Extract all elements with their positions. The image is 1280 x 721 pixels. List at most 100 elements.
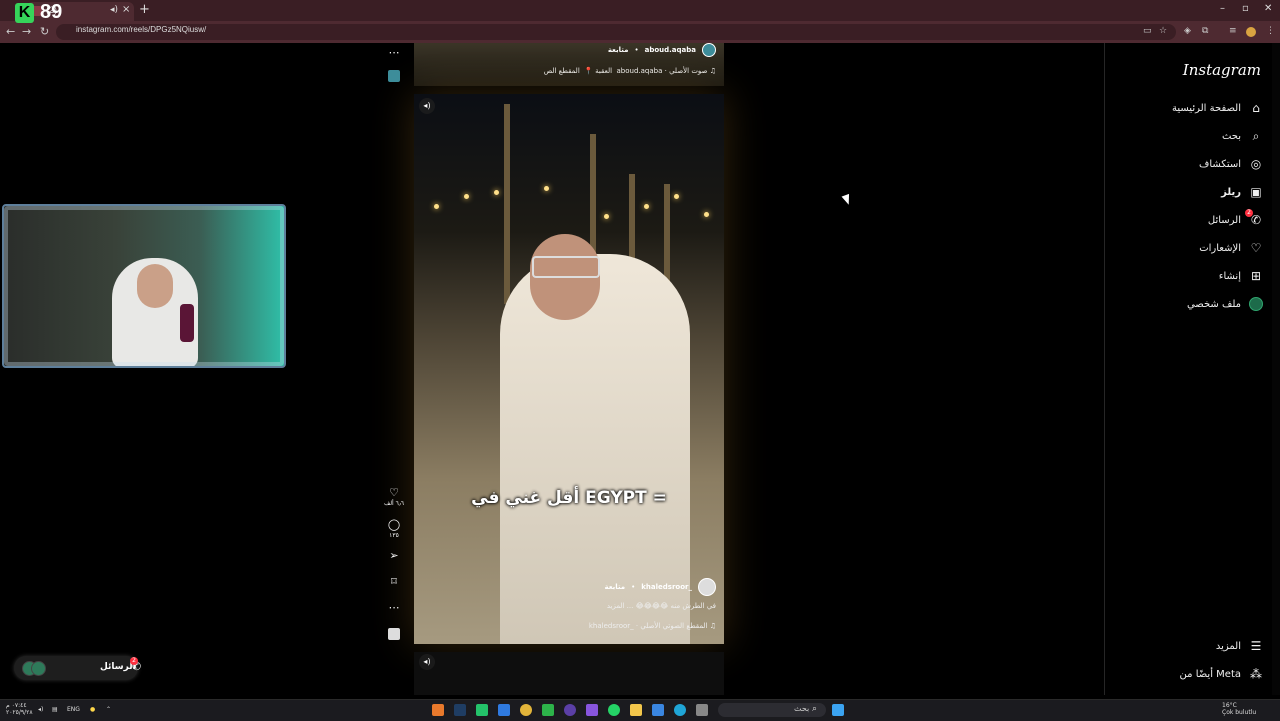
string-light <box>434 204 439 209</box>
more-options-icon[interactable]: ⋯ <box>380 46 408 59</box>
minimize-button[interactable]: – <box>1220 3 1225 14</box>
app-icon[interactable] <box>476 704 488 716</box>
mute-icon[interactable]: ◂) <box>419 98 435 114</box>
follow-button[interactable]: متابعة <box>608 46 629 54</box>
reel-username[interactable]: khaledsroor_ <box>641 583 692 591</box>
previous-reel[interactable]: متابعة • aboud.aqaba العقبة 📍 المقطع الص… <box>414 43 724 86</box>
taskbar-clock[interactable]: ٠٧:٤٤ م ٢٠٢٥/٩/٢٨ <box>6 702 33 716</box>
speaker-icon[interactable]: ◂) <box>38 706 43 713</box>
sidebar-item-label: الإشعارات <box>1199 242 1241 254</box>
maximize-button[interactable]: ▫ <box>1242 3 1249 14</box>
sidebar-item-meta[interactable]: أيضًا من Meta ⁂ <box>1180 664 1263 684</box>
speaker-icon[interactable]: ◂) <box>110 5 118 15</box>
webcam-overlay <box>2 204 286 368</box>
app-icon[interactable] <box>586 704 598 716</box>
bookmark-star-icon[interactable]: ☆ <box>1159 26 1167 36</box>
sidebar-item-notifications[interactable]: الإشعارات ♡ <box>1199 238 1263 258</box>
steam-icon[interactable] <box>454 704 466 716</box>
reload-icon[interactable]: ↻ <box>40 25 49 38</box>
save-button[interactable]: ⌑ <box>380 575 408 588</box>
sidebar-item-more[interactable]: المزيد ☰ <box>1216 636 1263 656</box>
app-icon[interactable] <box>652 704 664 716</box>
comment-count: ١٣٥ <box>389 532 399 539</box>
reel-video[interactable]: ◂) أقل غني في EGYPT = متابعة • khaledsro… <box>414 94 724 644</box>
audio-thumbnail[interactable] <box>388 70 400 82</box>
extensions-icon[interactable]: ⧉ <box>1202 26 1208 36</box>
app-icon[interactable] <box>564 704 576 716</box>
network-icon[interactable]: ▤ <box>52 706 58 713</box>
language-indicator[interactable]: ENG <box>67 706 80 713</box>
windows-start-icon[interactable] <box>832 704 844 716</box>
heart-icon[interactable]: ♡ <box>380 486 408 499</box>
reel-top-audio-row: العقبة 📍 المقطع الص aboud.aqaba · صوت ال… <box>543 67 716 75</box>
next-reel[interactable]: ◂) <box>414 652 724 695</box>
back-icon[interactable]: ← <box>6 25 15 38</box>
reel-username[interactable]: aboud.aqaba <box>645 46 696 54</box>
audio-text[interactable]: aboud.aqaba · صوت الأصلي <box>617 67 708 75</box>
sidebar-item-explore[interactable]: استكشاف ◎ <box>1199 154 1263 174</box>
sidebar-item-home[interactable]: الصفحة الرئيسية ⌂ <box>1172 98 1263 118</box>
chrome-icon[interactable] <box>520 704 532 716</box>
sidebar-item-profile[interactable]: ملف شخصي <box>1187 294 1263 314</box>
sidebar-item-label: المزيد <box>1215 640 1241 652</box>
location-text[interactable]: العقبة <box>595 67 612 75</box>
like-button[interactable]: ♡ ٦٫٦ ألف <box>380 486 408 507</box>
sidebar-item-reels[interactable]: ريلز ▣ <box>1221 182 1263 202</box>
url-text: instagram.com/reels/DPGz5NQiusw/ <box>76 25 207 34</box>
more-options-icon[interactable]: ⋯ <box>380 601 408 614</box>
sidebar-item-create[interactable]: إنشاء ⊞ <box>1219 266 1263 286</box>
user-avatar[interactable] <box>698 578 716 596</box>
scrollbar[interactable] <box>1272 43 1280 695</box>
url-field[interactable] <box>56 24 1176 40</box>
home-icon: ⌂ <box>1252 101 1260 115</box>
app-icon[interactable] <box>542 704 554 716</box>
reel-description[interactable]: في الطرش منه 😂😂😂😂 ... المزيد <box>607 602 716 610</box>
reels-icon: ▣ <box>1250 185 1262 199</box>
sidebar-item-messages[interactable]: الرسائل ✆ 2 <box>1208 209 1263 230</box>
reel-author-row: متابعة • khaledsroor_ <box>604 578 716 596</box>
user-avatar[interactable] <box>702 43 716 57</box>
sidebar-item-search[interactable]: بحث ⌕ <box>1222 126 1263 146</box>
close-window-button[interactable]: ✕ <box>1264 3 1272 14</box>
comment-button[interactable]: ◯ ١٣٥ <box>380 518 408 539</box>
cast-icon[interactable]: ▭ <box>1143 26 1152 36</box>
string-light <box>674 194 679 199</box>
follow-button[interactable]: متابعة <box>604 583 625 591</box>
tab-bar: (2) ◂) × + – ▫ ✕ <box>0 0 1280 21</box>
shield-icon[interactable]: ◈ <box>1184 26 1191 36</box>
clock-date: ٢٠٢٥/٩/٢٨ <box>6 709 33 716</box>
palm-tree <box>504 104 510 304</box>
sidebar-item-label: ملف شخصي <box>1186 298 1241 310</box>
app-icon[interactable] <box>498 704 510 716</box>
sidebar-item-label: ريلز <box>1221 186 1241 198</box>
bookmark-icon[interactable]: ⌑ <box>380 575 408 588</box>
tab-close-icon[interactable]: × <box>122 4 130 15</box>
sidebar-toggle-icon[interactable]: ≡ <box>1229 26 1237 36</box>
weather-widget[interactable]: 16°C Çok bulutlu <box>1222 702 1256 716</box>
mute-icon[interactable]: ◂) <box>419 654 435 670</box>
file-explorer-icon[interactable] <box>630 704 642 716</box>
audio-thumbnail[interactable] <box>388 628 400 640</box>
app-icon[interactable] <box>432 704 444 716</box>
comment-icon[interactable]: ◯ <box>380 518 408 531</box>
microphone-icon[interactable]: ● <box>90 706 95 713</box>
share-button[interactable]: ➢ <box>380 549 408 562</box>
tray-chevron-icon[interactable]: ⌃ <box>106 706 111 713</box>
messages-pill[interactable]: الرسائل ✆ 2 <box>14 656 141 680</box>
meta-apps-icon: ⁂ <box>1250 667 1262 681</box>
clock-time: ٠٧:٤٤ م <box>6 702 27 709</box>
reel-audio[interactable]: khaledsroor_ · المقطع الصوتي الأصلي ♫ <box>589 622 716 630</box>
profile-avatar[interactable] <box>1246 27 1256 37</box>
instagram-logo[interactable]: Instagram <box>1183 61 1261 79</box>
edge-icon[interactable] <box>674 704 686 716</box>
whatsapp-icon[interactable] <box>608 704 620 716</box>
new-tab-button[interactable]: + <box>139 2 150 17</box>
audio-text[interactable]: khaledsroor_ · المقطع الصوتي الأصلي <box>589 622 708 630</box>
windows-taskbar <box>0 699 1280 721</box>
send-icon[interactable]: ➢ <box>380 549 408 562</box>
taskbar-search-field[interactable] <box>718 703 826 717</box>
menu-dots-icon[interactable]: ⋮ <box>1266 26 1275 36</box>
forward-icon[interactable]: → <box>22 25 31 38</box>
app-icon[interactable] <box>696 704 708 716</box>
string-light <box>604 214 609 219</box>
